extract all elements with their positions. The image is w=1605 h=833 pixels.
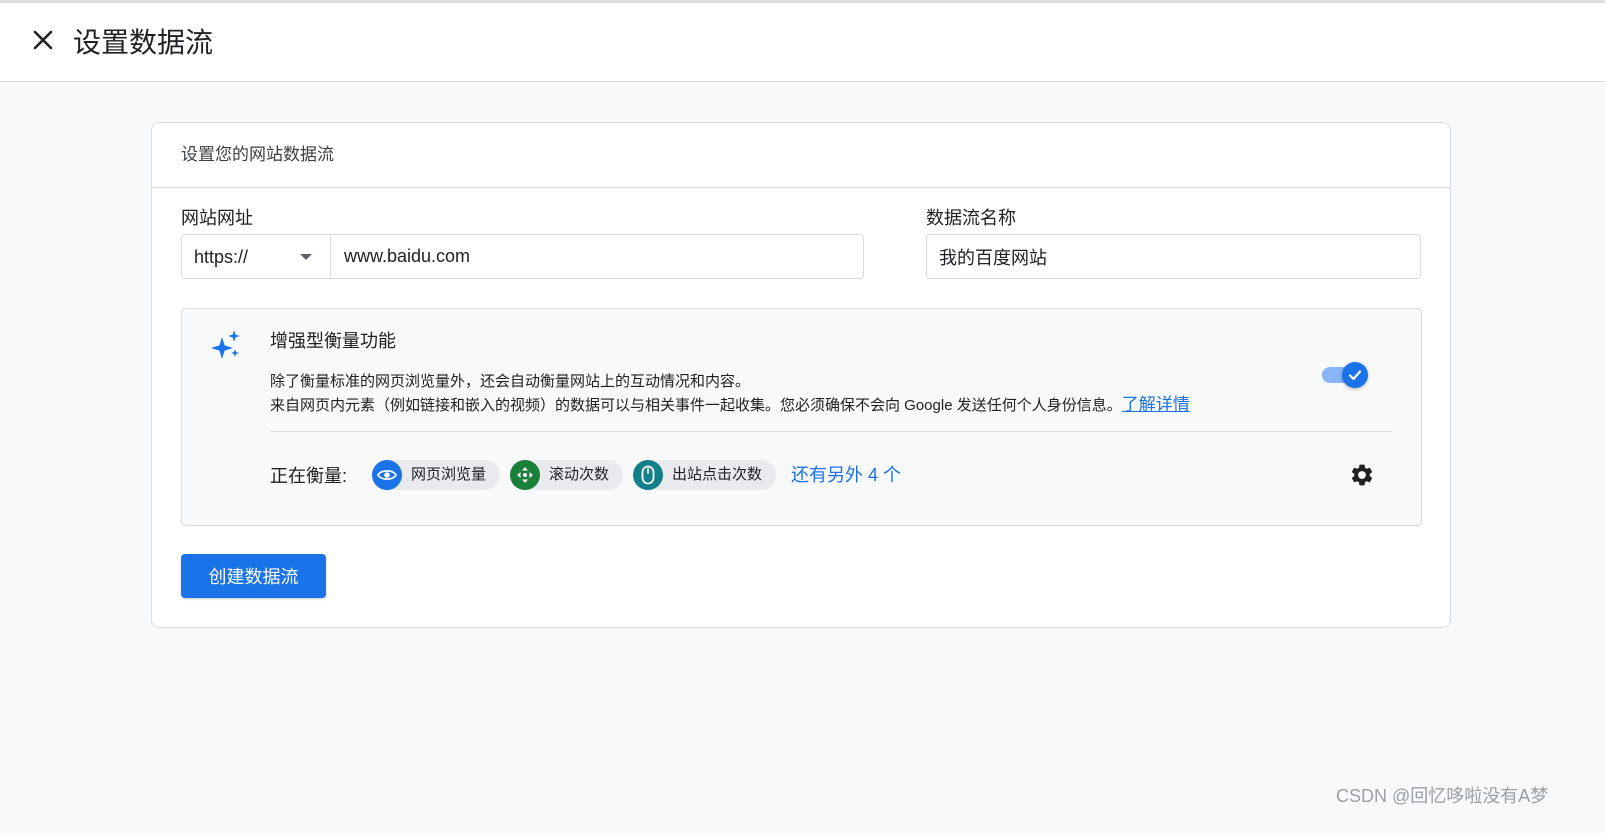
toggle-knob <box>1342 362 1368 388</box>
stream-setup-card: 设置您的网站数据流 网站网址 https:// 数据流名称 增强型衡量功能 除了… <box>151 122 1451 628</box>
watermark: CSDN @回忆哆啦没有A梦 <box>1336 786 1549 806</box>
card-heading: 设置您的网站数据流 <box>181 145 334 164</box>
chip-label: 滚动次数 <box>549 466 610 483</box>
website-url-input[interactable] <box>332 235 863 278</box>
mouse-icon <box>633 460 663 490</box>
learn-more-link[interactable]: 了解详情 <box>1122 395 1190 414</box>
enhanced-measurement-desc-1: 除了衡量标准的网页浏览量外，还会自动衡量网站上的互动情况和内容。 <box>270 373 751 390</box>
close-button[interactable] <box>28 25 58 55</box>
chip-page-views[interactable]: 网页浏览量 <box>372 460 501 490</box>
close-icon <box>33 30 53 50</box>
settings-button[interactable] <box>1347 460 1377 490</box>
website-url-group: https:// <box>181 234 864 279</box>
enhanced-measurement-panel: 增强型衡量功能 除了衡量标准的网页浏览量外，还会自动衡量网站上的互动情况和内容。… <box>181 308 1422 526</box>
chip-label: 出站点击次数 <box>672 466 763 483</box>
protocol-select[interactable]: https:// <box>182 235 331 278</box>
panel-divider <box>270 431 1391 432</box>
enhanced-measurement-desc-2: 来自网页内元素（例如链接和嵌入的视频）的数据可以与相关事件一起收集。您必须确保不… <box>270 395 1190 416</box>
stream-name-input[interactable] <box>926 234 1421 279</box>
gear-icon <box>1351 464 1373 486</box>
chip-scrolls[interactable]: 滚动次数 <box>510 460 624 490</box>
card-header: 设置您的网站数据流 <box>152 123 1450 188</box>
enhanced-measurement-title: 增强型衡量功能 <box>270 331 396 351</box>
desc-line-2-text: 来自网页内元素（例如链接和嵌入的视频）的数据可以与相关事件一起收集。您必须确保不… <box>270 397 1122 414</box>
eye-icon <box>372 460 402 490</box>
sparkle-icon <box>211 330 240 359</box>
protocol-value: https:// <box>194 247 249 267</box>
chip-outbound-clicks[interactable]: 出站点击次数 <box>633 460 777 490</box>
scroll-icon <box>510 460 540 490</box>
chip-label: 网页浏览量 <box>411 466 487 483</box>
page-title: 设置数据流 <box>73 27 214 58</box>
dropdown-arrow-icon <box>300 254 312 260</box>
more-events-link[interactable]: 还有另外 4 个 <box>791 463 901 487</box>
enhanced-measurement-toggle[interactable] <box>1322 361 1368 389</box>
website-url-label: 网站网址 <box>181 208 253 228</box>
check-icon <box>1348 370 1362 381</box>
measuring-label: 正在衡量: <box>270 466 348 486</box>
create-stream-button[interactable]: 创建数据流 <box>181 554 326 598</box>
stream-name-label: 数据流名称 <box>926 208 1016 228</box>
page-header: 设置数据流 <box>0 3 1605 82</box>
